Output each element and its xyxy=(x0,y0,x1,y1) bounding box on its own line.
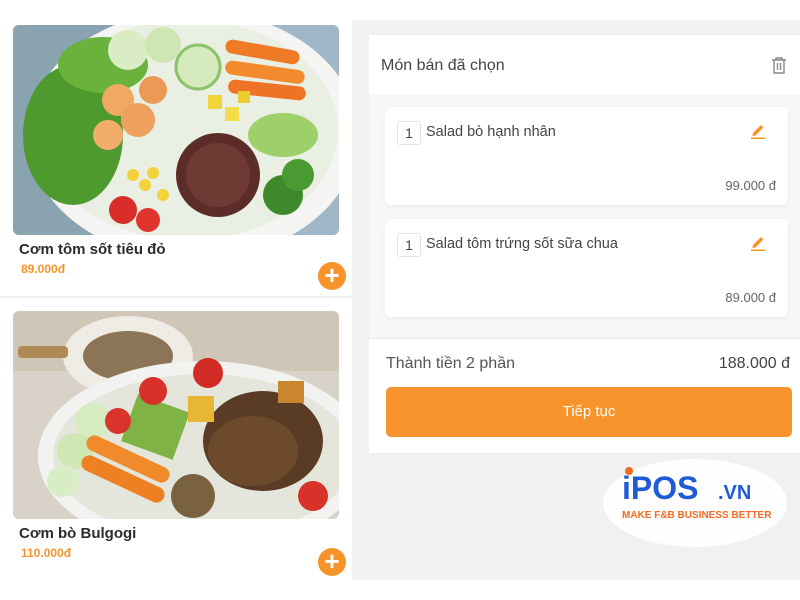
trash-icon[interactable] xyxy=(770,55,788,75)
food-image-com-tom xyxy=(13,25,339,235)
ipos-logo: iPOS .VN MAKE F&B BUSINESS BETTER xyxy=(603,459,787,547)
order-item[interactable]: 1 Salad tôm trứng sốt sữa chua 89.000 đ xyxy=(385,219,788,317)
svg-text:.VN: .VN xyxy=(718,482,751,504)
order-title: Món bán đã chọn xyxy=(381,57,505,74)
food-image-com-bo xyxy=(13,311,339,519)
order-panel: Món bán đã chọn 1 Salad bò hạnh nhân 99.… xyxy=(369,35,800,453)
menu-item-name: Cơm tôm sốt tiêu đỏ xyxy=(19,241,166,258)
divider xyxy=(0,296,352,298)
order-item-price: 99.000 đ xyxy=(725,178,776,193)
add-item-button[interactable]: + xyxy=(318,262,346,290)
total-row: Thành tiền 2 phần 188.000 đ xyxy=(369,338,800,385)
svg-text:MAKE F&B BUSINESS BETTER: MAKE F&B BUSINESS BETTER xyxy=(622,510,772,521)
edit-icon[interactable] xyxy=(750,121,766,139)
menu-item-price: 110.000đ xyxy=(21,546,72,560)
menu-item-price: 89.000đ xyxy=(21,262,66,276)
total-label: Thành tiền 2 phần xyxy=(386,355,515,372)
quantity-box[interactable]: 1 xyxy=(397,121,421,145)
menu-item-name: Cơm bò Bulgogi xyxy=(19,525,137,542)
menu-item-card[interactable]: Cơm tôm sốt tiêu đỏ 89.000đ xyxy=(13,25,339,276)
order-list: 1 Salad bò hạnh nhân 99.000 đ 1 Salad tô… xyxy=(369,95,800,338)
order-item[interactable]: 1 Salad bò hạnh nhân 99.000 đ xyxy=(385,107,788,205)
menu-item-card[interactable]: Cơm bò Bulgogi 110.000đ xyxy=(13,311,339,560)
order-item-name: Salad bò hạnh nhân xyxy=(426,124,556,140)
total-value: 188.000 đ xyxy=(718,355,790,372)
edit-icon[interactable] xyxy=(750,233,766,251)
plus-icon: + xyxy=(324,546,340,576)
order-item-name: Salad tôm trứng sốt sữa chua xyxy=(426,236,618,252)
menu-panel: Cơm tôm sốt tiêu đỏ 89.000đ + Cơm bò Bul… xyxy=(0,0,352,600)
svg-text:iPOS: iPOS xyxy=(622,470,698,506)
order-item-price: 89.000 đ xyxy=(725,290,776,305)
continue-button[interactable]: Tiếp tục xyxy=(386,387,792,437)
plus-icon: + xyxy=(324,260,340,290)
add-item-button[interactable]: + xyxy=(318,548,346,576)
quantity-box[interactable]: 1 xyxy=(397,233,421,257)
